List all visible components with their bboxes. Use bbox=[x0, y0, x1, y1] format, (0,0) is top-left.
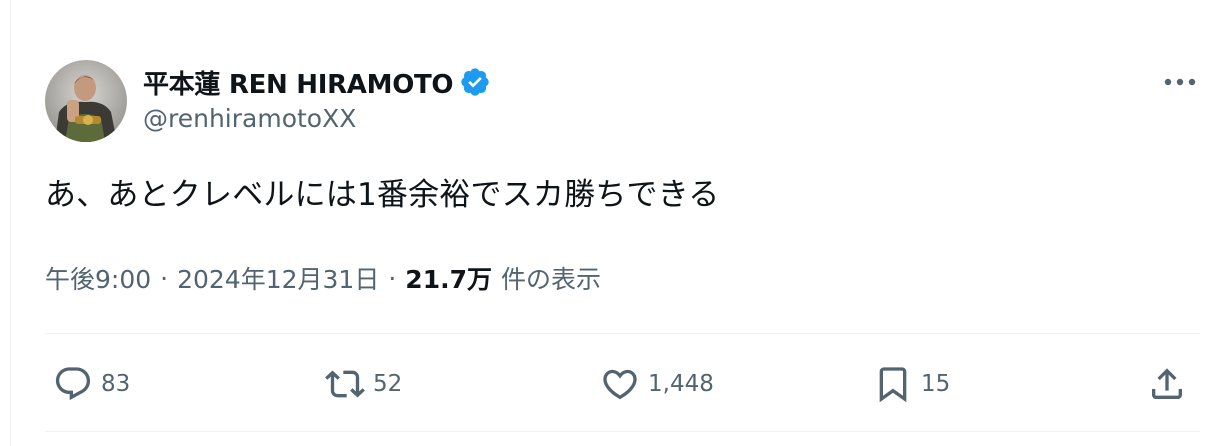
more-icon bbox=[1164, 78, 1196, 86]
more-options-button[interactable] bbox=[1160, 66, 1200, 98]
reply-icon bbox=[55, 367, 91, 401]
verified-badge-icon bbox=[461, 68, 489, 96]
avatar[interactable] bbox=[45, 60, 127, 142]
views-count[interactable]: 21.7万 bbox=[405, 260, 492, 296]
bookmark-icon bbox=[879, 367, 907, 403]
divider bbox=[45, 333, 1200, 334]
reply-button[interactable]: 83 bbox=[53, 358, 130, 410]
like-count: 1,448 bbox=[648, 371, 714, 397]
timeline-border bbox=[10, 0, 11, 446]
meta-separator: · bbox=[160, 263, 169, 293]
tweet-text: あ、あとクレベルには1番余裕でスカ勝ちできる bbox=[45, 177, 720, 213]
share-icon bbox=[1152, 368, 1182, 399]
tweet-card: 平本蓮 REN HIRAMOTO @renhiramotoXX あ、あとクレベル… bbox=[0, 0, 1230, 446]
reply-count: 83 bbox=[101, 371, 131, 397]
meta-separator: · bbox=[388, 263, 397, 293]
heart-icon bbox=[603, 369, 637, 400]
divider bbox=[45, 431, 1200, 432]
share-button[interactable] bbox=[1147, 358, 1187, 410]
author-handle[interactable]: @renhiramotoXX bbox=[143, 104, 356, 133]
repost-button[interactable]: 52 bbox=[325, 358, 402, 410]
author-name-row[interactable]: 平本蓮 REN HIRAMOTO bbox=[143, 60, 491, 104]
tweet-date[interactable]: 2024年12月31日 bbox=[177, 260, 379, 296]
author-display-name[interactable]: 平本蓮 REN HIRAMOTO bbox=[143, 64, 454, 101]
bookmark-button[interactable]: 15 bbox=[873, 358, 950, 410]
repost-count: 52 bbox=[373, 371, 403, 397]
action-bar: 83 52 1,448 15 bbox=[45, 358, 1200, 410]
tweet-time[interactable]: 午後9:00 bbox=[45, 260, 151, 296]
like-button[interactable]: 1,448 bbox=[600, 358, 714, 410]
views-label[interactable]: 件の表示 bbox=[501, 260, 601, 296]
bookmark-count: 15 bbox=[921, 371, 951, 397]
repost-icon bbox=[325, 370, 365, 398]
tweet-meta: 午後9:00 · 2024年12月31日 · 21.7万 件の表示 bbox=[45, 258, 601, 298]
